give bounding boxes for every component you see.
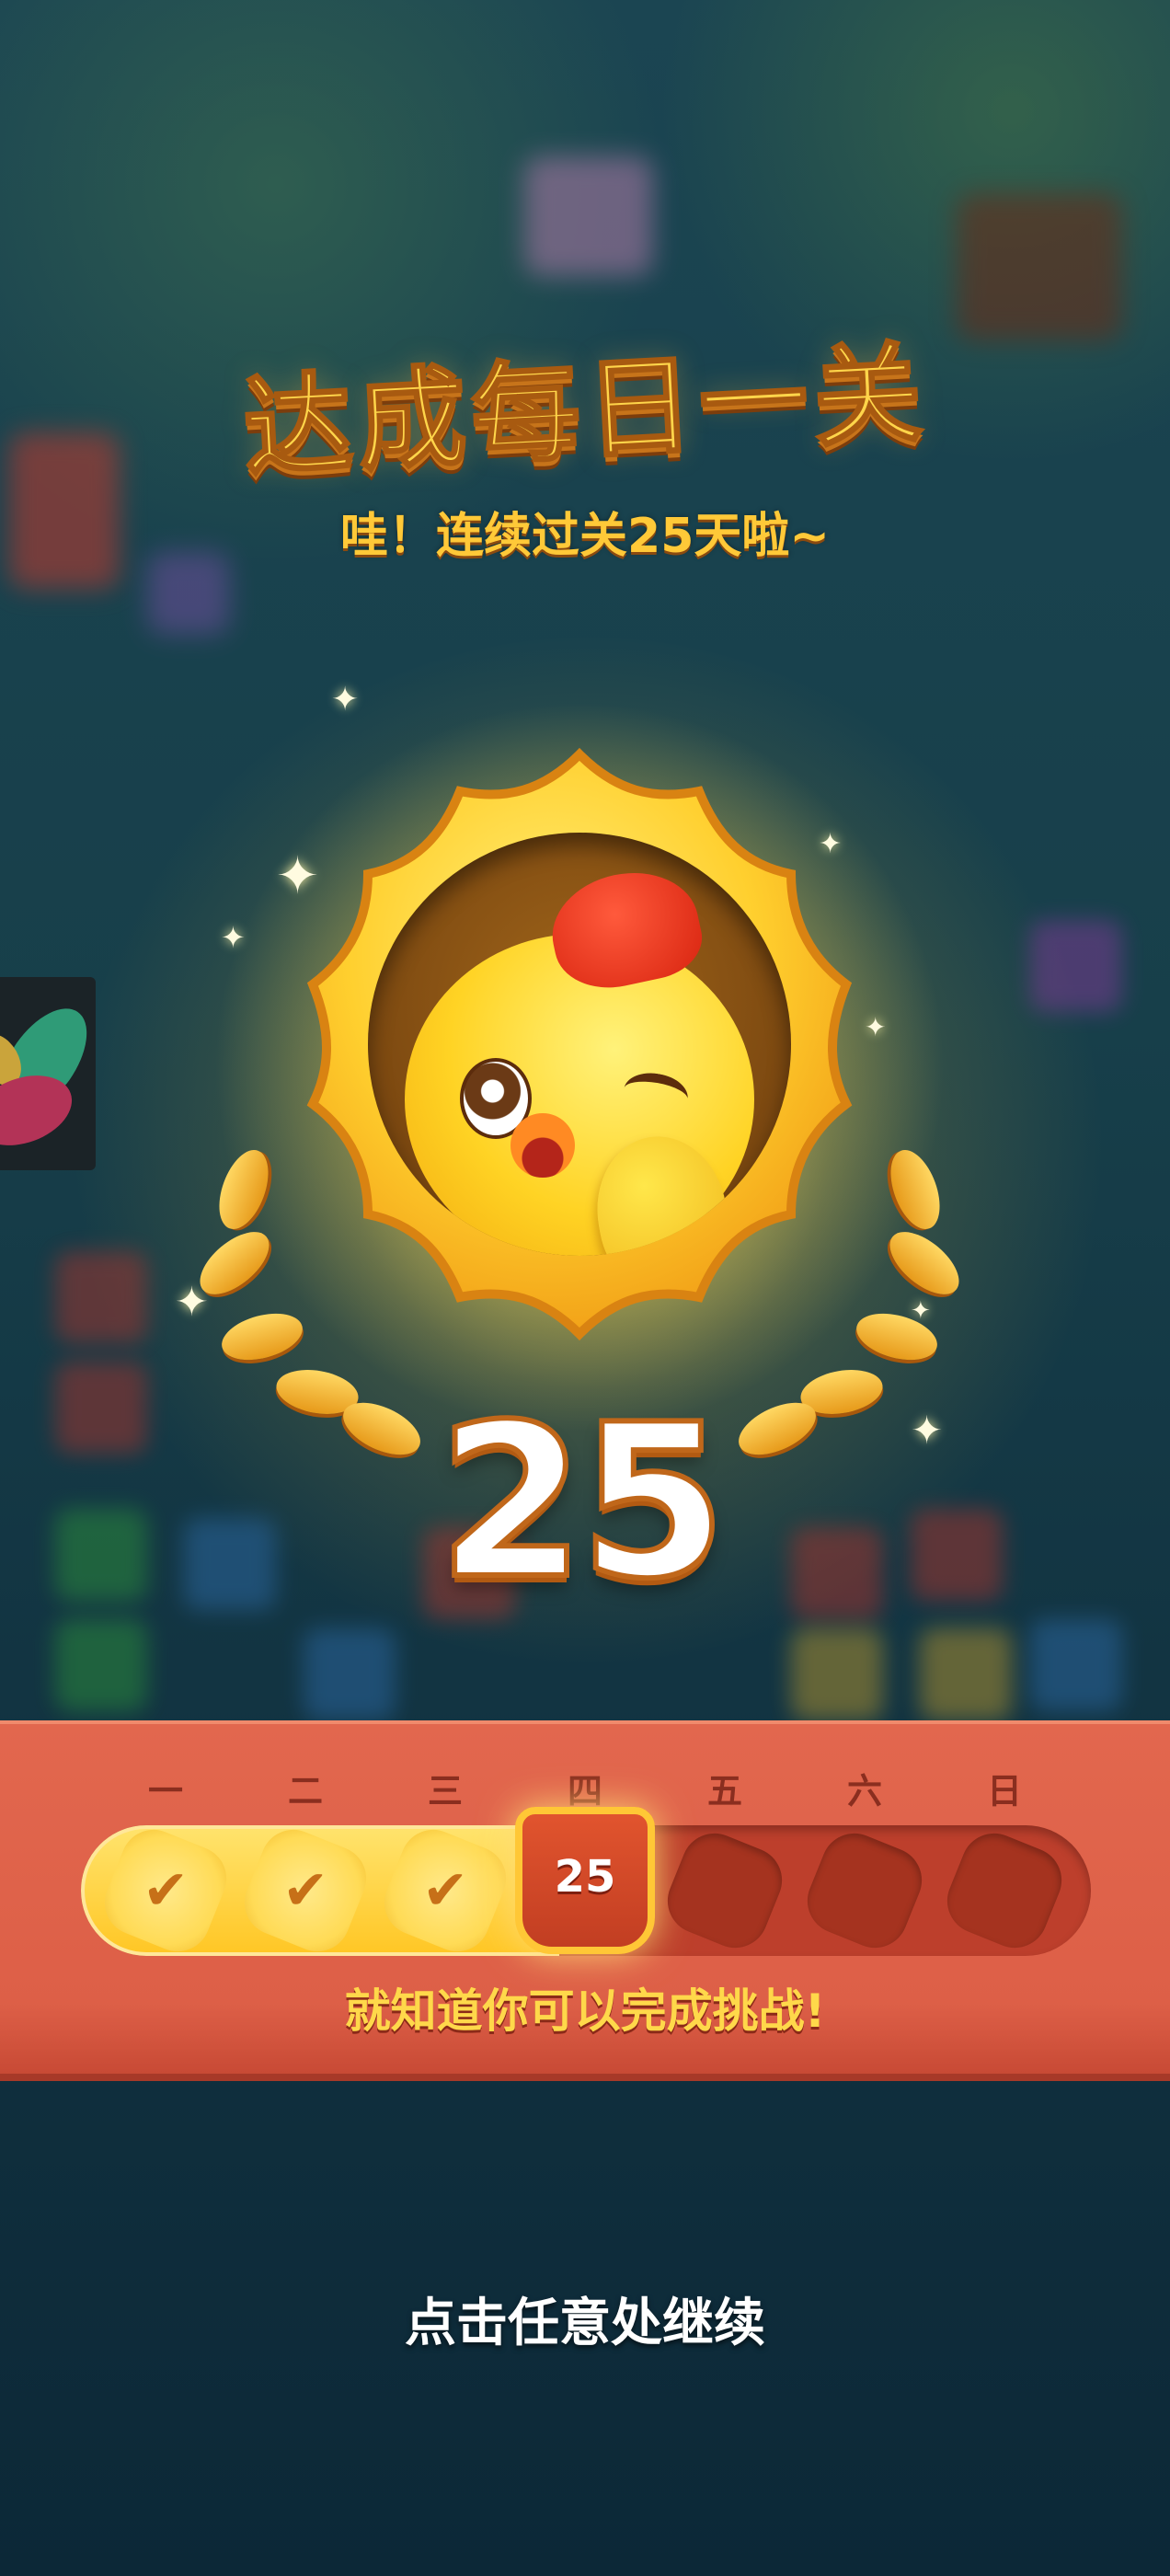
weekday-label: 一 xyxy=(147,1771,183,1811)
streak-badge: ✦ ✦ ✦ ✦ ✦ ✦ ✦ ✦ 25 xyxy=(156,681,1003,1628)
weekday-label: 二 xyxy=(287,1771,323,1811)
weekday-label: 六 xyxy=(846,1771,882,1811)
checkmark-icon: ✔ xyxy=(281,1858,329,1923)
blurred-tile xyxy=(55,1509,147,1601)
blurred-tile xyxy=(791,1628,883,1720)
weekday-label: 三 xyxy=(427,1771,463,1811)
blurred-tile xyxy=(1030,920,1122,1012)
blurred-item xyxy=(524,156,653,276)
weekday-label: 日 xyxy=(986,1771,1022,1811)
blurred-tile xyxy=(55,1619,147,1711)
weekly-progress-panel: 一 二 三 四 五 六 日 ✔ ✔ ✔ 25 就知道你可以完成挑战! xyxy=(0,1720,1170,2074)
sparkle-icon: ✦ xyxy=(911,1297,931,1325)
day-slot-completed: ✔ xyxy=(235,1820,376,1961)
day-slot-pending xyxy=(797,1823,932,1958)
app-logo-icon[interactable] xyxy=(0,977,96,1170)
blurred-tile xyxy=(1030,1619,1122,1711)
tap-to-continue[interactable]: 点击任意处继续 xyxy=(0,2282,1170,2356)
streak-subtitle: 哇！连续过关25天啦~ xyxy=(340,509,830,564)
sparkle-icon: ✦ xyxy=(175,1279,209,1326)
day-slot-pending xyxy=(937,1823,1072,1958)
encouragement-message: 就知道你可以完成挑战! xyxy=(344,1984,826,2038)
blurred-tile xyxy=(55,1362,147,1454)
streak-number: 25 xyxy=(435,1377,729,1628)
blurred-tile xyxy=(920,1628,1012,1720)
blurred-tile xyxy=(304,1628,396,1720)
chick-mascot-icon xyxy=(368,833,791,1256)
day-slot-completed: ✔ xyxy=(95,1820,236,1961)
blurred-tile xyxy=(55,1251,147,1343)
checkmark-icon: ✔ xyxy=(421,1858,469,1923)
day-slot-completed: ✔ xyxy=(374,1820,516,1961)
sparkle-icon: ✦ xyxy=(331,681,360,719)
today-marker: 25 xyxy=(504,1798,666,1972)
sparkle-icon: ✦ xyxy=(865,1012,887,1042)
day-slot-pending xyxy=(658,1823,792,1958)
weekday-label: 五 xyxy=(706,1771,742,1811)
sparkle-icon: ✦ xyxy=(276,846,319,906)
today-streak-number: 25 xyxy=(554,1851,616,1903)
sparkle-icon: ✦ xyxy=(819,828,843,860)
sparkle-icon: ✦ xyxy=(221,920,246,955)
checkmark-icon: ✔ xyxy=(142,1858,189,1923)
